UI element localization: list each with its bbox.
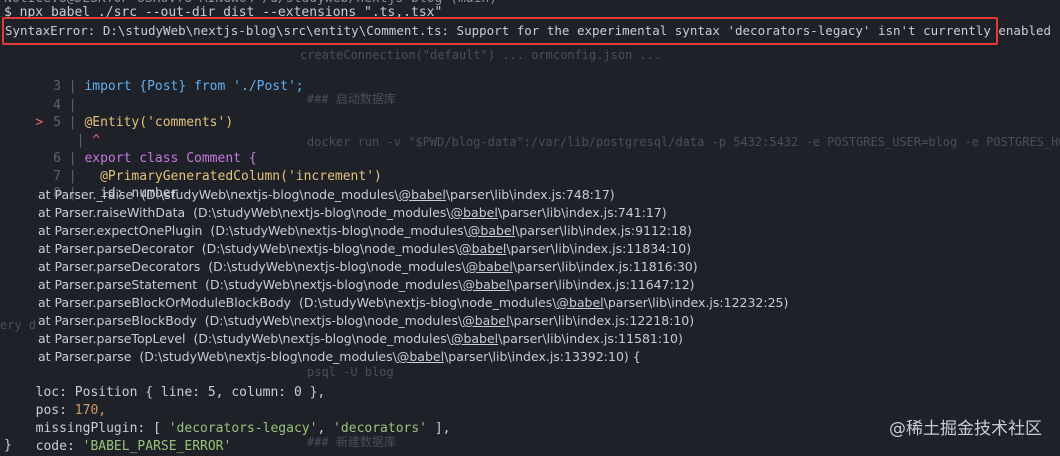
prop-value: 'BABEL_PARSE_ERROR' (82, 439, 232, 454)
stack-location: \parser\lib\index.js:11647:12) (509, 277, 695, 292)
stack-function: Parser.parseDecorators (54, 259, 201, 274)
stack-function: Parser.parseStatement (54, 277, 198, 292)
stack-frame: at Parser.raiseWithData (D:\studyWeb\nex… (38, 205, 667, 220)
stack-path: D:\studyWeb\nextjs-blog\node_modules\ (198, 205, 451, 220)
code-text: @Entity('comments') (84, 115, 234, 130)
stack-location: \parser\lib\index.js:12218:10) (509, 313, 695, 328)
stack-frame: at Parser.parseTopLevel (D:\studyWeb\nex… (38, 331, 683, 346)
at-keyword: at (38, 295, 51, 310)
stack-function: Parser._raise (54, 187, 134, 202)
stack-location: \parser\lib\index.js:11581:10) (498, 331, 683, 346)
at-keyword: at (38, 223, 51, 238)
stack-frame: at Parser.parseDecorators (D:\studyWeb\n… (38, 259, 698, 274)
bracket-close: ], (427, 421, 451, 436)
stack-function: Parser.parseBlockOrModuleBlockBody (54, 295, 292, 310)
stack-package-link[interactable]: @babel (459, 241, 506, 256)
stack-package-link[interactable]: @babel (463, 277, 510, 292)
stack-package-link[interactable]: @babel (462, 313, 509, 328)
prop-pos: pos: 170, (20, 384, 106, 418)
stack-package-link[interactable]: @babel (397, 349, 444, 364)
stack-function: Parser.parse (54, 349, 132, 364)
code-line-3: 3 | import {Post} from './Post'; (4, 60, 303, 94)
stack-function: Parser.expectOnePlugin (54, 223, 203, 238)
stack-path: D:\studyWeb\nextjs-blog\node_modules\ (303, 295, 557, 310)
stack-package-link[interactable]: @babel (399, 187, 446, 202)
stack-frame: at Parser.parse (D:\studyWeb\nextjs-blog… (38, 349, 641, 364)
stack-location: \parser\lib\index.js:11816:30) (512, 259, 698, 274)
stack-location: \parser\lib\index.js:13392:10) { (444, 349, 641, 364)
stack-frame: at Parser.parseDecorator (D:\studyWeb\ne… (38, 241, 692, 256)
stack-function: Parser.raiseWithData (54, 205, 186, 220)
at-keyword: at (38, 313, 51, 328)
at-keyword: at (38, 349, 51, 364)
stack-package-link[interactable]: @babel (466, 259, 513, 274)
stack-location: \parser\lib\index.js:9112:18) (515, 223, 692, 238)
stack-path: D:\studyWeb\nextjs-blog\node_modules\ (209, 313, 463, 328)
watermark-logo: @稀土掘金技术社区 (889, 419, 1042, 439)
stack-location: \parser\lib\index.js:11834:10) (506, 241, 692, 256)
stack-frame: at Parser.parseStatement (D:\studyWeb\ne… (38, 277, 695, 292)
code-line-5: > 5 | @Entity('comments') (35, 115, 234, 130)
prop-value: Position { line: 5, column: 0 }, (74, 385, 326, 400)
code-caret-line: | ^ (76, 133, 101, 148)
separator: , (317, 421, 334, 436)
stack-path: D:\studyWeb\nextjs-blog\node_modules\ (215, 223, 468, 238)
stack-location: \parser\lib\index.js:12232:25) (603, 295, 789, 310)
ghost-docker-command: docker run -v "$PWD/blog-data":/var/lib/… (307, 135, 1060, 149)
code-line-6: 6 | export class Comment { (4, 132, 257, 166)
stack-package-link[interactable]: @babel (556, 295, 603, 310)
at-keyword: at (38, 241, 51, 256)
ghost-side-text: ery d (0, 318, 37, 332)
stack-location: \parser\lib\index.js:748:17) (445, 187, 615, 202)
at-keyword: at (38, 277, 51, 292)
stack-package-link[interactable]: @babel (468, 223, 515, 238)
stack-path: D:\studyWeb\nextjs-blog\node_modules\ (213, 259, 466, 274)
stack-frame: at Parser.parseBlockBody (D:\studyWeb\ne… (38, 313, 695, 328)
prop-code: code: 'BABEL_PARSE_ERROR' (20, 420, 232, 454)
stack-function: Parser.parseDecorator (54, 241, 194, 256)
stack-frame: at Parser.expectOnePlugin (D:\studyWeb\n… (38, 223, 692, 238)
code-text: import {Post} from './Post'; (84, 79, 304, 94)
stack-path: D:\studyWeb\nextjs-blog\node_modules\ (210, 277, 463, 292)
prop-key: code: (35, 439, 75, 454)
stack-location: \parser\lib\index.js:741:17) (497, 205, 667, 220)
stack-path: D:\studyWeb\nextjs-blog\node_modules\ (144, 349, 397, 364)
code-line-7: 7 | @PrimaryGeneratedColumn('increment') (4, 150, 382, 184)
stack-frame: at Parser._raise (D:\studyWeb\nextjs-blo… (38, 187, 615, 202)
stack-frame: at Parser.parseBlockOrModuleBlockBody (D… (38, 295, 789, 310)
stack-path: D:\studyWeb\nextjs-blog\node_modules\ (198, 331, 451, 346)
code-line-8: 8 | id: number (4, 167, 178, 201)
ghost-heading-start-db: ### 启动数据库 (307, 92, 396, 106)
stack-function: Parser.parseBlockBody (54, 313, 197, 328)
ghost-text-line: createConnection("default") ... ormconfi… (300, 48, 662, 62)
code-line-4: 4 | (4, 79, 84, 113)
stack-package-link[interactable]: @babel (451, 205, 498, 220)
at-keyword: at (38, 259, 51, 274)
at-keyword: at (38, 187, 51, 202)
prop-loc: loc: Position { line: 5, column: 0 }, (20, 366, 326, 400)
stack-package-link[interactable]: @babel (451, 331, 498, 346)
plugin-decorators: 'decorators' (333, 421, 428, 436)
stack-path: D:\studyWeb\nextjs-blog\node_modules\ (146, 187, 399, 202)
at-keyword: at (38, 205, 51, 220)
stack-path: D:\studyWeb\nextjs-blog\node_modules\ (206, 241, 460, 256)
at-keyword: at (38, 331, 51, 346)
prop-missing-plugin: missingPlugin: [ 'decorators-legacy', 'd… (20, 402, 451, 436)
syntax-error-message: SyntaxError: D:\studyWeb\nextjs-blog\src… (5, 23, 1060, 38)
stack-function: Parser.parseTopLevel (54, 331, 186, 346)
closing-brace: } (4, 438, 12, 453)
